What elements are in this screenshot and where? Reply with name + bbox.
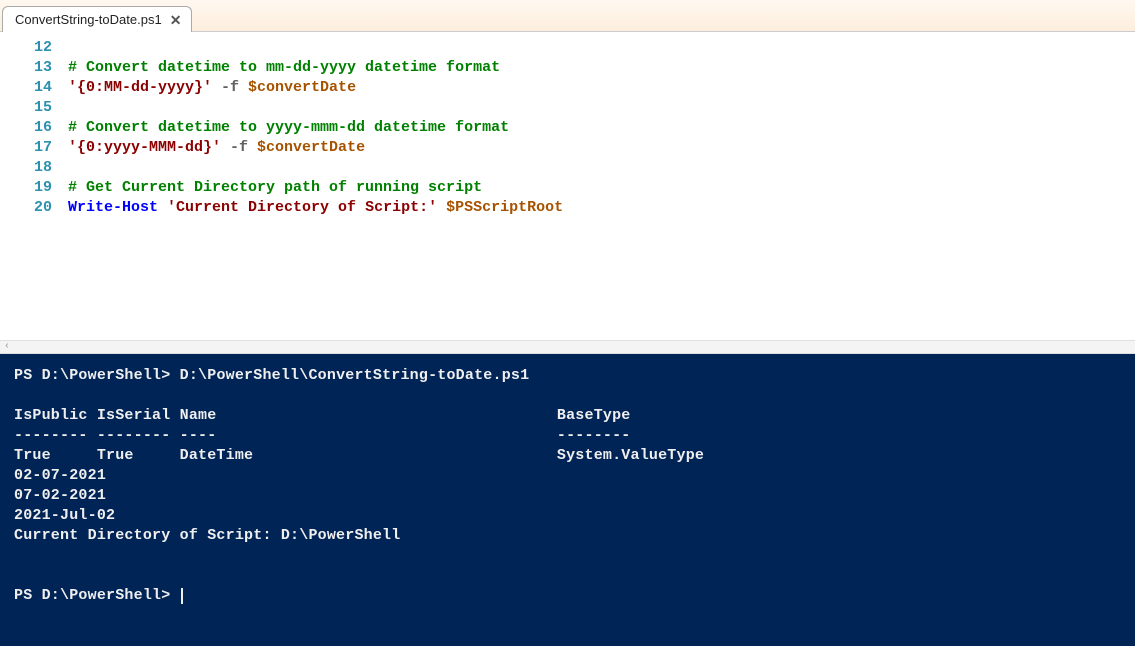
string-literal: '{0:MM-dd-yyyy}' [68,79,212,96]
space [158,199,167,216]
output-line: Current Directory of Script: D:\PowerShe… [14,527,400,544]
line-number-gutter: 12 13 14 15 16 17 18 19 20 [0,32,58,340]
variable: $convertDate [248,79,356,96]
string-literal: 'Current Directory of Script:' [167,199,437,216]
output-line: 07-02-2021 [14,487,106,504]
code-line: Write-Host 'Current Directory of Script:… [68,198,563,218]
terminal-output[interactable]: PS D:\PowerShell> D:\PowerShell\ConvertS… [0,354,1135,646]
table-separator: -------- -------- ---- -------- [14,427,631,444]
code-content[interactable]: # Convert datetime to mm-dd-yyyy datetim… [58,32,563,340]
line-number: 18 [0,158,52,178]
output-line: 2021-Jul-02 [14,507,115,524]
code-line: '{0:MM-dd-yyyy}' -f $convertDate [68,78,563,98]
operator: -f [212,79,248,96]
code-line [68,98,563,118]
line-number: 14 [0,78,52,98]
comment: # Convert datetime to yyyy-mmm-dd dateti… [68,119,509,136]
cursor-icon [181,588,183,604]
line-number: 19 [0,178,52,198]
string-literal: '{0:yyyy-MMM-dd}' [68,139,221,156]
code-line: # Convert datetime to yyyy-mmm-dd dateti… [68,118,563,138]
tab-bar: ConvertString-toDate.ps1 ✕ [0,0,1135,32]
code-editor[interactable]: 12 13 14 15 16 17 18 19 20 # Convert dat… [0,32,1135,340]
table-header: IsPublic IsSerial Name BaseType [14,407,631,424]
prompt: PS D:\PowerShell> [14,587,180,604]
close-icon[interactable]: ✕ [170,13,182,27]
comment: # Get Current Directory path of running … [68,179,482,196]
variable: $convertDate [257,139,365,156]
output-line: 02-07-2021 [14,467,106,484]
line-number: 20 [0,198,52,218]
code-line: '{0:yyyy-MMM-dd}' -f $convertDate [68,138,563,158]
tab-file[interactable]: ConvertString-toDate.ps1 ✕ [2,6,192,32]
code-line [68,38,563,58]
prompt: PS D:\PowerShell> [14,367,180,384]
cmdlet: Write-Host [68,199,158,216]
line-number: 16 [0,118,52,138]
line-number: 15 [0,98,52,118]
table-row: True True DateTime System.ValueType [14,447,704,464]
code-line: # Get Current Directory path of running … [68,178,563,198]
line-number: 17 [0,138,52,158]
operator: -f [221,139,257,156]
tab-title: ConvertString-toDate.ps1 [15,12,162,27]
code-line [68,158,563,178]
line-number: 13 [0,58,52,78]
space [437,199,446,216]
line-number: 12 [0,38,52,58]
comment: # Convert datetime to mm-dd-yyyy datetim… [68,59,500,76]
horizontal-scrollbar[interactable]: ‹ [0,340,1135,354]
code-line: # Convert datetime to mm-dd-yyyy datetim… [68,58,563,78]
command-text: D:\PowerShell\ConvertString-toDate.ps1 [180,367,530,384]
variable: $PSScriptRoot [446,199,563,216]
